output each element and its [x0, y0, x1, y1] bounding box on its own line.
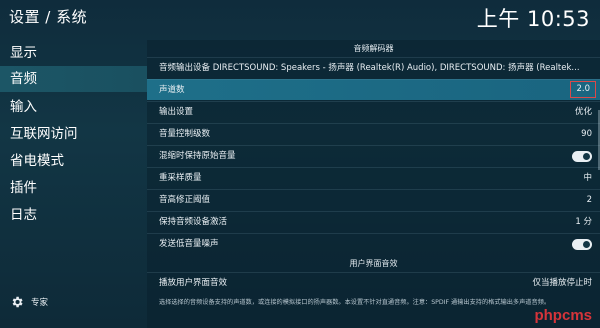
- toggle-switch[interactable]: [572, 151, 592, 162]
- setting-value: 90: [581, 129, 592, 139]
- setting-send-low-volume-noise[interactable]: 发送低音量噪声: [147, 233, 600, 254]
- toggle-switch[interactable]: [572, 239, 592, 250]
- setting-label: 音频输出设备 DIRECTSOUND: Speakers - 扬声器 (Real…: [159, 63, 580, 73]
- setting-value: 优化: [574, 107, 592, 117]
- sidebar: 显示 音频 输入 互联网访问 省电模式 插件 日志: [0, 40, 147, 328]
- clock: 上午 10:53: [476, 7, 590, 31]
- setting-label: 音高修正阈值: [159, 195, 211, 205]
- settings-panel: 音频解码器 音频输出设备 DIRECTSOUND: Speakers - 扬声器…: [147, 40, 600, 328]
- header-bar: 设置 / 系统 上午 10:53: [0, 0, 600, 36]
- setting-label: 重采样质量: [159, 173, 202, 183]
- setting-keep-device-alive[interactable]: 保持音频设备激活 1 分: [147, 211, 600, 232]
- setting-audio-output-device[interactable]: 音频输出设备 DIRECTSOUND: Speakers - 扬声器 (Real…: [147, 57, 600, 78]
- setting-label: 音量控制级数: [159, 129, 211, 139]
- setting-value: 1 分: [575, 217, 592, 227]
- setting-output-config[interactable]: 输出设置 优化: [147, 101, 600, 122]
- section-header-audio: 音频解码器: [353, 44, 394, 53]
- setting-label: 输出设置: [159, 107, 194, 117]
- sidebar-item-audio[interactable]: 音频: [0, 66, 147, 92]
- setting-value: 中: [583, 173, 592, 183]
- sidebar-item-internet[interactable]: 互联网访问: [0, 121, 147, 147]
- toggle-knob: [583, 153, 590, 160]
- sidebar-item-addons[interactable]: 插件: [0, 175, 147, 201]
- sidebar-item-power[interactable]: 省电模式: [0, 148, 147, 174]
- settings-level-button[interactable]: 专家: [10, 294, 48, 310]
- setting-resample-quality[interactable]: 重采样质量 中: [147, 167, 600, 188]
- sidebar-item-logging[interactable]: 日志: [0, 202, 147, 228]
- gear-icon: [12, 296, 23, 308]
- breadcrumb: 设置 / 系统: [9, 8, 88, 26]
- toggle-knob: [583, 241, 590, 248]
- watermark: phpcms: [534, 307, 592, 324]
- setting-pitch-threshold[interactable]: 音高修正阈值 2: [147, 189, 600, 210]
- setting-label: 声道数: [159, 85, 185, 95]
- sidebar-item-input[interactable]: 输入: [0, 94, 147, 120]
- setting-channels[interactable]: 声道数 2.0: [147, 79, 600, 100]
- settings-level-label: 专家: [31, 298, 49, 308]
- sidebar-item-display[interactable]: 显示: [0, 40, 147, 66]
- setting-label: 保持音频设备激活: [159, 217, 228, 227]
- setting-label: 播放用户界面音效: [159, 278, 228, 288]
- setting-description: 选择选择的音频设备支持的声道数，或连接的模拟接口的扬声器数。本设置不针对直通音频…: [159, 299, 551, 306]
- setting-maintain-original-volume[interactable]: 混缩时保持原始音量: [147, 145, 600, 166]
- section-header-ui-sounds: 用户界面音效: [349, 259, 398, 268]
- setting-label: 发送低音量噪声: [159, 239, 219, 249]
- setting-volume-steps[interactable]: 音量控制级数 90: [147, 123, 600, 144]
- setting-value: 2.0: [570, 81, 596, 98]
- setting-value: 2: [586, 195, 592, 205]
- setting-play-gui-sounds[interactable]: 播放用户界面音效 仅当播放停止时: [147, 272, 600, 293]
- setting-label: 混缩时保持原始音量: [159, 151, 236, 161]
- setting-value: 仅当播放停止时: [532, 278, 592, 288]
